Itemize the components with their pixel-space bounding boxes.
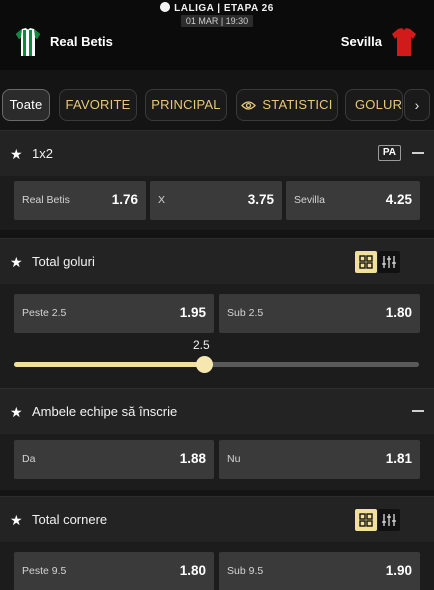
market-body-1x2: Real Betis 1.76 X 3.75 Sevilla 4.25 — [0, 176, 434, 230]
tab-favorite[interactable]: FAVORITE — [59, 89, 137, 121]
slider-value-label: 2.5 — [193, 338, 210, 352]
league-info: LALIGA | ETAPA 26 — [0, 2, 434, 14]
home-team-name: Real Betis — [50, 34, 113, 49]
grid-icon — [359, 513, 373, 527]
pa-badge: PA — [377, 145, 401, 161]
star-icon[interactable]: ★ — [10, 512, 23, 529]
odd-value: 1.81 — [385, 451, 412, 466]
odd-button-no[interactable]: Nu 1.81 — [219, 440, 420, 479]
odd-label: X — [158, 194, 166, 206]
tab-toate[interactable]: Toate — [2, 89, 50, 121]
odd-value: 4.25 — [385, 192, 412, 207]
market-tabs: Toate FAVORITE PRINCIPAL STATISTICI GOLU… — [0, 89, 434, 121]
odd-label: Peste 9.5 — [22, 565, 67, 577]
odd-label: Peste 2.5 — [22, 307, 67, 319]
odd-value: 1.80 — [179, 563, 206, 578]
sliders-icon — [382, 256, 396, 268]
tab-statistici[interactable]: STATISTICI — [236, 89, 338, 121]
market-body-btts: Da 1.88 Nu 1.81 — [0, 434, 434, 490]
away-team-name: Sevilla — [340, 34, 382, 49]
tabs-next-button[interactable]: › — [404, 89, 430, 121]
tab-statistici-label: STATISTICI — [262, 97, 333, 112]
odd-button-under[interactable]: Sub 9.5 1.90 — [219, 552, 420, 590]
slider-view-button[interactable] — [378, 509, 400, 531]
odd-label: Sub 2.5 — [227, 307, 264, 319]
odd-label: Sub 9.5 — [227, 565, 264, 577]
odd-label: Real Betis — [22, 194, 70, 206]
tab-principal[interactable]: PRINCIPAL — [145, 89, 227, 121]
collapse-icon[interactable] — [412, 410, 424, 412]
market-title: 1x2 — [32, 146, 53, 161]
market-body-total-goluri: Peste 2.5 1.95 Sub 2.5 1.80 — [0, 284, 434, 390]
grid-view-button[interactable] — [355, 251, 377, 273]
goal-line-slider[interactable] — [14, 356, 419, 373]
chevron-right-icon: › — [414, 97, 420, 113]
odd-button-away[interactable]: Sevilla 4.25 — [286, 181, 420, 220]
market-header-1x2[interactable]: ★ 1x2 PA — [0, 130, 434, 176]
match-datetime: 01 MAR | 19:30 — [181, 15, 253, 27]
market-header-total-goluri[interactable]: ★ Total goluri — [0, 238, 434, 284]
odd-button-over[interactable]: Peste 2.5 1.95 — [14, 294, 214, 333]
away-jersey-icon — [392, 27, 416, 56]
odd-button-yes[interactable]: Da 1.88 — [14, 440, 214, 479]
odd-button-over[interactable]: Peste 9.5 1.80 — [14, 552, 214, 590]
odd-value: 1.80 — [385, 305, 412, 320]
market-header-btts[interactable]: ★ Ambele echipe să înscrie — [0, 388, 434, 434]
odd-value: 1.95 — [179, 305, 206, 320]
odd-button-draw[interactable]: X 3.75 — [150, 181, 282, 220]
market-title: Ambele echipe să înscrie — [32, 404, 178, 419]
odd-label: Sevilla — [294, 194, 325, 206]
odd-button-home[interactable]: Real Betis 1.76 — [14, 181, 146, 220]
grid-icon — [359, 255, 373, 269]
eye-icon — [241, 101, 257, 110]
market-body-total-cornere: Peste 9.5 1.80 Sub 9.5 1.90 — [0, 542, 434, 590]
odd-value: 1.90 — [385, 563, 412, 578]
home-jersey-icon — [16, 28, 40, 56]
view-toggle — [355, 509, 401, 531]
odd-label: Da — [22, 453, 36, 465]
soccer-ball-icon — [160, 2, 171, 12]
star-icon[interactable]: ★ — [10, 404, 23, 421]
collapse-icon[interactable] — [412, 152, 424, 154]
tab-goluri[interactable]: GOLURI — [345, 89, 403, 121]
view-toggle — [355, 251, 401, 273]
slider-fill — [14, 362, 205, 367]
market-title: Total cornere — [32, 512, 108, 527]
odd-value: 1.88 — [179, 451, 206, 466]
star-icon[interactable]: ★ — [10, 254, 23, 271]
odd-value: 1.76 — [111, 192, 138, 207]
market-title: Total goluri — [32, 254, 95, 269]
slider-view-button[interactable] — [378, 251, 400, 273]
sliders-icon — [382, 514, 396, 526]
grid-view-button[interactable] — [355, 509, 377, 531]
odd-value: 3.75 — [247, 192, 274, 207]
match-header: LALIGA | ETAPA 26 01 MAR | 19:30 Real Be… — [0, 0, 434, 70]
odd-button-under[interactable]: Sub 2.5 1.80 — [219, 294, 420, 333]
odd-label: Nu — [227, 453, 241, 465]
star-icon[interactable]: ★ — [10, 146, 23, 163]
market-header-total-cornere[interactable]: ★ Total cornere — [0, 496, 434, 542]
league-label: LALIGA | ETAPA 26 — [174, 3, 274, 14]
